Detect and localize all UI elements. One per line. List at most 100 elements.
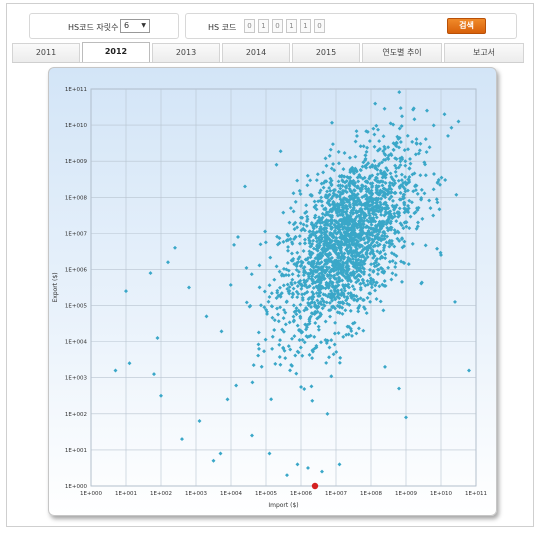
data-point xyxy=(315,172,320,177)
data-point xyxy=(348,308,353,313)
data-point xyxy=(276,312,281,317)
code-digit-input[interactable]: 1 xyxy=(300,19,311,33)
data-point xyxy=(303,237,307,242)
data-point xyxy=(259,364,264,369)
data-point xyxy=(435,246,440,251)
chevron-down-icon: ▼ xyxy=(141,22,146,29)
data-point xyxy=(394,219,399,224)
data-point xyxy=(423,243,428,248)
data-point xyxy=(361,328,366,333)
data-point xyxy=(369,222,374,227)
data-point xyxy=(431,123,436,128)
data-point xyxy=(309,384,314,389)
tab-2013[interactable]: 2013 xyxy=(152,43,220,62)
data-point xyxy=(277,342,282,347)
data-point xyxy=(296,273,301,278)
data-point xyxy=(368,299,373,304)
data-point xyxy=(127,361,132,366)
data-point xyxy=(283,356,288,361)
data-point xyxy=(369,285,374,290)
data-point xyxy=(408,156,412,161)
data-point xyxy=(267,294,272,299)
y-tick-label: 1E+006 xyxy=(65,267,88,273)
data-point xyxy=(356,326,361,331)
data-point xyxy=(364,311,369,316)
data-point xyxy=(328,314,333,319)
data-point xyxy=(393,264,398,269)
data-point xyxy=(173,245,177,250)
tab-2015[interactable]: 2015 xyxy=(292,43,360,62)
data-point xyxy=(415,191,420,196)
search-button[interactable]: 검색 xyxy=(447,18,486,34)
code-digit-input[interactable]: 0 xyxy=(314,19,325,33)
code-digit-input[interactable]: 1 xyxy=(286,19,297,33)
data-point xyxy=(159,393,163,398)
tab-report[interactable]: 보고서 xyxy=(444,43,524,62)
data-point xyxy=(324,360,329,365)
data-point xyxy=(403,159,408,164)
data-point xyxy=(353,139,358,144)
data-point xyxy=(148,271,153,276)
data-point xyxy=(365,295,370,300)
data-point xyxy=(400,114,404,119)
tab-2011[interactable]: 2011 xyxy=(12,43,80,62)
code-digit-input[interactable]: 0 xyxy=(272,19,283,33)
data-point xyxy=(456,119,461,124)
code-label: HS 코드 xyxy=(208,23,237,32)
data-point xyxy=(431,213,436,218)
data-point xyxy=(443,178,448,183)
data-point xyxy=(399,279,404,284)
data-point xyxy=(285,473,289,478)
data-point xyxy=(267,451,272,456)
data-point xyxy=(425,108,429,113)
data-point xyxy=(311,238,316,243)
data-point xyxy=(262,349,267,354)
data-point xyxy=(124,289,128,294)
data-point xyxy=(358,168,363,173)
data-point xyxy=(211,458,216,463)
data-point xyxy=(307,352,312,357)
data-point xyxy=(305,214,310,219)
tab-yearly-trend[interactable]: 연도별 추이 xyxy=(362,43,442,62)
data-point xyxy=(278,362,283,367)
tab-2012[interactable]: 2012 xyxy=(82,42,150,62)
data-point xyxy=(286,344,291,349)
data-point xyxy=(268,255,273,260)
data-point xyxy=(423,137,428,142)
data-point xyxy=(312,334,317,339)
digits-select[interactable]: 6 ▼ xyxy=(120,19,150,33)
data-point xyxy=(293,353,298,358)
data-point xyxy=(187,285,191,290)
data-point xyxy=(305,173,310,178)
data-point xyxy=(291,191,296,196)
data-point xyxy=(293,199,298,204)
data-point xyxy=(285,260,290,265)
data-point xyxy=(286,248,290,253)
data-point xyxy=(269,397,274,402)
data-point xyxy=(274,162,279,167)
data-point xyxy=(381,134,386,139)
data-point xyxy=(383,364,387,369)
data-point xyxy=(378,299,383,304)
code-digit-input[interactable]: 1 xyxy=(258,19,269,33)
data-point xyxy=(454,192,459,197)
data-point xyxy=(396,178,401,183)
data-point xyxy=(338,355,343,360)
digits-label: HS코드 자릿수 xyxy=(68,23,119,32)
data-point xyxy=(251,363,256,368)
data-point xyxy=(305,183,310,188)
data-point xyxy=(377,139,382,144)
data-point xyxy=(386,145,391,150)
data-point xyxy=(394,174,399,179)
code-digit-input[interactable]: 0 xyxy=(244,19,255,33)
data-point xyxy=(155,336,160,341)
x-tick-label: 1E+006 xyxy=(290,491,313,497)
data-point xyxy=(342,151,347,155)
tab-2014[interactable]: 2014 xyxy=(222,43,290,62)
data-point xyxy=(453,299,457,304)
y-tick-label: 1E+000 xyxy=(65,484,88,490)
data-point xyxy=(290,272,295,277)
highlight-point[interactable] xyxy=(311,482,319,490)
data-point xyxy=(324,163,329,168)
data-point xyxy=(397,206,402,211)
